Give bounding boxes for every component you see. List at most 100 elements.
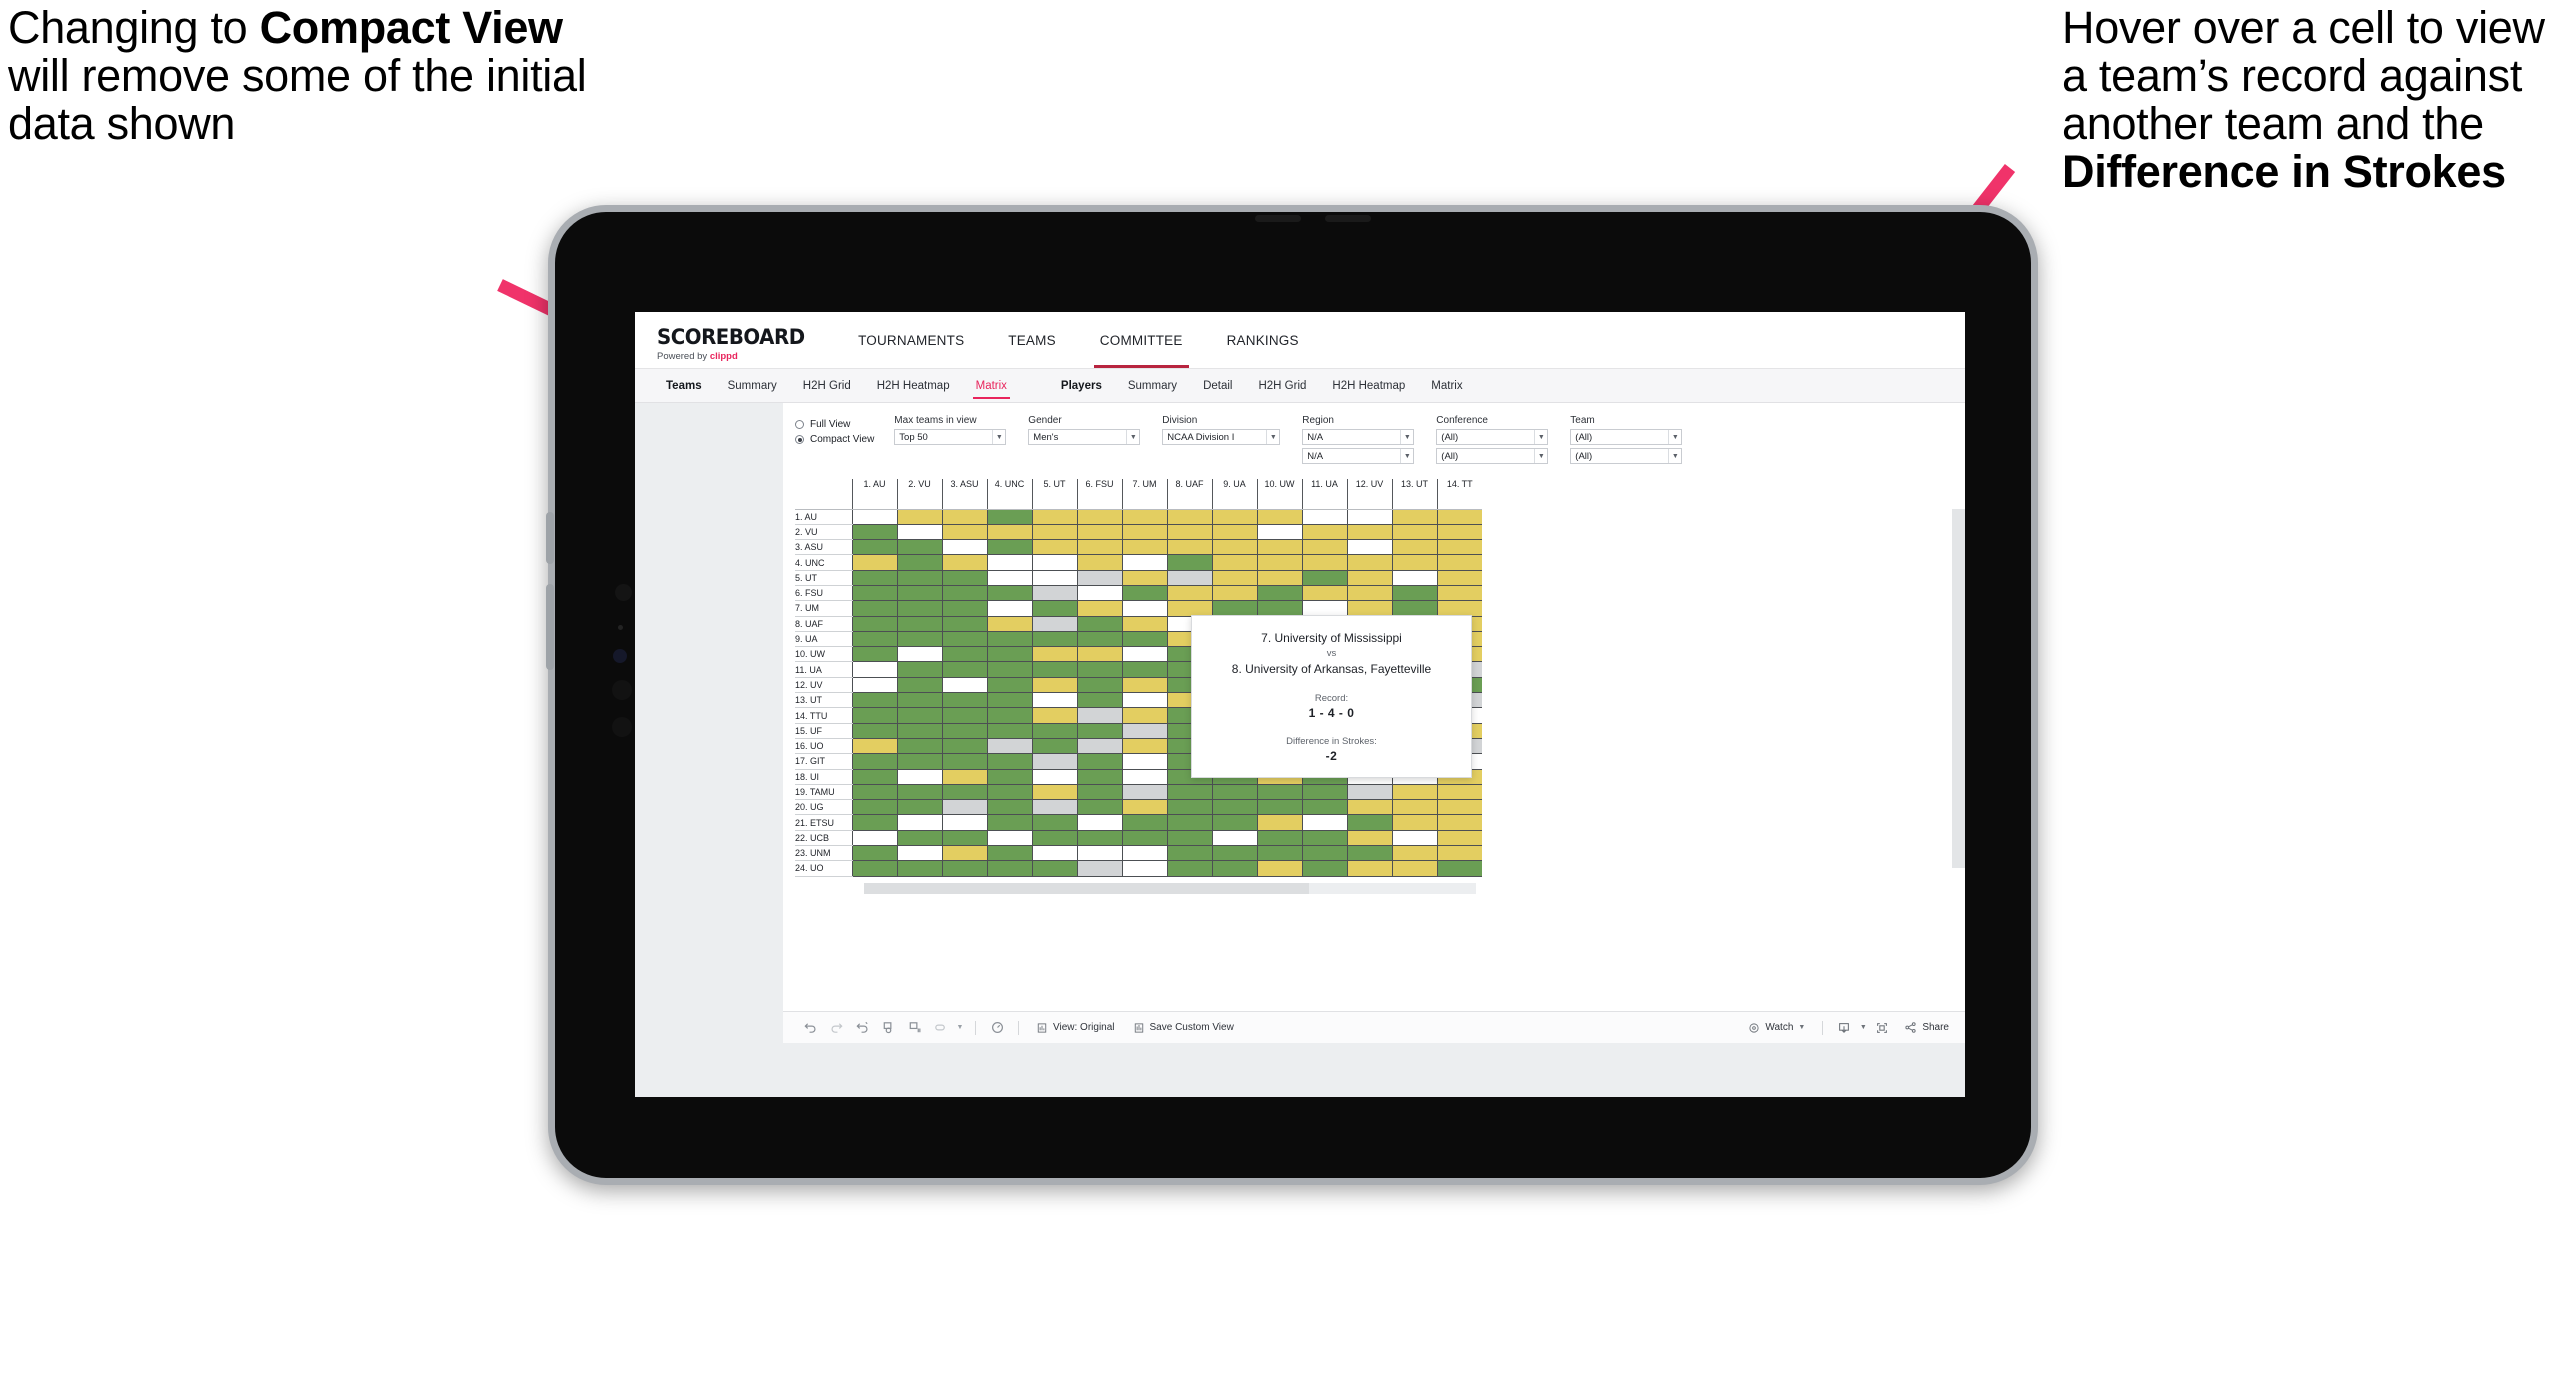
- matrix-cell[interactable]: [1076, 600, 1122, 617]
- matrix-cell[interactable]: [1346, 799, 1392, 816]
- matrix-cell[interactable]: [1031, 692, 1077, 709]
- matrix-cell[interactable]: [1256, 600, 1302, 617]
- matrix-cell[interactable]: [1256, 814, 1302, 831]
- matrix-cell[interactable]: [1076, 784, 1122, 801]
- highlight-dropdown-icon[interactable]: ▼: [953, 1017, 967, 1039]
- matrix-cell[interactable]: [1301, 799, 1347, 816]
- matrix-row-header[interactable]: 18. UI: [795, 769, 852, 785]
- matrix-cell[interactable]: [1301, 860, 1347, 877]
- matrix-cell[interactable]: [1121, 524, 1167, 541]
- matrix-cell[interactable]: [1301, 845, 1347, 862]
- matrix-cell[interactable]: [1256, 845, 1302, 862]
- matrix-cell[interactable]: [1121, 814, 1167, 831]
- matrix-cell[interactable]: [851, 707, 897, 724]
- matrix-cell[interactable]: [1076, 845, 1122, 862]
- matrix-column-header[interactable]: 14. TT: [1436, 479, 1482, 510]
- matrix-cell[interactable]: [1121, 509, 1167, 525]
- matrix-cell[interactable]: [986, 524, 1032, 541]
- matrix-cell[interactable]: [851, 814, 897, 831]
- matrix-cell[interactable]: [1391, 784, 1437, 801]
- matrix-column-header[interactable]: 3. ASU: [941, 479, 987, 510]
- app-logo[interactable]: SCOREBOARD Powered by clippd: [635, 312, 836, 368]
- matrix-cell[interactable]: [1211, 570, 1257, 586]
- matrix-cell[interactable]: [1166, 814, 1212, 831]
- matrix-row-header[interactable]: 16. UO: [795, 738, 852, 755]
- matrix-cell[interactable]: [941, 646, 987, 663]
- matrix-cell[interactable]: [941, 524, 987, 541]
- radio-compact-view[interactable]: Compact View: [795, 434, 874, 445]
- matrix-cell[interactable]: [941, 585, 987, 602]
- matrix-row-header[interactable]: 1. AU: [795, 509, 852, 525]
- matrix-row-header[interactable]: 11. UA: [795, 661, 852, 678]
- matrix-cell[interactable]: [1166, 830, 1212, 847]
- matrix-cell[interactable]: [1031, 600, 1077, 617]
- matrix-cell[interactable]: [1076, 723, 1122, 739]
- matrix-cell[interactable]: [1391, 799, 1437, 816]
- matrix-cell[interactable]: [1121, 554, 1167, 571]
- matrix-cell[interactable]: [1346, 860, 1392, 877]
- subnav-players-h2h-heatmap[interactable]: H2H Heatmap: [1319, 369, 1418, 402]
- matrix-cell[interactable]: [986, 616, 1032, 632]
- matrix-cell[interactable]: [1211, 524, 1257, 541]
- matrix-cell[interactable]: [1211, 600, 1257, 617]
- matrix-cell[interactable]: [896, 707, 942, 724]
- matrix-cell[interactable]: [1211, 799, 1257, 816]
- matrix-cell[interactable]: [1121, 860, 1167, 877]
- matrix-cell[interactable]: [896, 631, 942, 648]
- matrix-cell[interactable]: [1256, 524, 1302, 541]
- matrix-cell[interactable]: [1076, 677, 1122, 694]
- subnav-teams-summary[interactable]: Summary: [715, 369, 790, 402]
- matrix-cell[interactable]: [1121, 707, 1167, 724]
- watch-button[interactable]: Watch ▼: [1739, 1022, 1814, 1034]
- matrix-row-header[interactable]: 19. TAMU: [795, 784, 852, 801]
- matrix-column-header[interactable]: 6. FSU: [1076, 479, 1122, 510]
- matrix-cell[interactable]: [851, 646, 897, 663]
- matrix-cell[interactable]: [941, 799, 987, 816]
- matrix-cell[interactable]: [986, 692, 1032, 709]
- matrix-cell[interactable]: [851, 738, 897, 755]
- matrix-cell[interactable]: [941, 600, 987, 617]
- matrix-cell[interactable]: [1436, 585, 1482, 602]
- matrix-cell[interactable]: [1391, 524, 1437, 541]
- matrix-cell[interactable]: [1121, 799, 1167, 816]
- filter-division-select[interactable]: NCAA Division I ▼: [1162, 429, 1281, 445]
- matrix-cell[interactable]: [1121, 784, 1167, 801]
- matrix-cell[interactable]: [1211, 830, 1257, 847]
- matrix-cell[interactable]: [1031, 524, 1077, 541]
- matrix-cell[interactable]: [941, 784, 987, 801]
- matrix-cell[interactable]: [1031, 509, 1077, 525]
- matrix-row-header[interactable]: 7. UM: [795, 600, 852, 617]
- subnav-teams-h2h-grid[interactable]: H2H Grid: [790, 369, 864, 402]
- matrix-cell[interactable]: [941, 616, 987, 632]
- matrix-cell[interactable]: [1076, 616, 1122, 632]
- matrix-cell[interactable]: [1391, 585, 1437, 602]
- matrix-cell[interactable]: [1301, 554, 1347, 571]
- matrix-cell[interactable]: [1031, 830, 1077, 847]
- matrix-cell[interactable]: [896, 814, 942, 831]
- matrix-cell[interactable]: [1076, 554, 1122, 571]
- matrix-cell[interactable]: [896, 845, 942, 862]
- matrix-cell[interactable]: [1211, 539, 1257, 556]
- filter-conference-select-2[interactable]: (All) ▼: [1436, 448, 1549, 464]
- matrix-column-header[interactable]: 7. UM: [1121, 479, 1167, 510]
- matrix-cell[interactable]: [986, 509, 1032, 525]
- matrix-cell[interactable]: [896, 570, 942, 586]
- matrix-cell[interactable]: [851, 616, 897, 632]
- matrix-column-header[interactable]: 4. UNC: [986, 479, 1032, 510]
- matrix-cell[interactable]: [1031, 707, 1077, 724]
- matrix-cell[interactable]: [896, 585, 942, 602]
- matrix-cell[interactable]: [1301, 600, 1347, 617]
- matrix-row-header[interactable]: 15. UF: [795, 723, 852, 739]
- matrix-column-header[interactable]: 8. UAF: [1166, 479, 1212, 510]
- matrix-cell[interactable]: [941, 738, 987, 755]
- matrix-cell[interactable]: [851, 677, 897, 694]
- matrix-cell[interactable]: [1031, 677, 1077, 694]
- matrix-cell[interactable]: [851, 784, 897, 801]
- matrix-cell[interactable]: [1346, 509, 1392, 525]
- matrix-cell[interactable]: [1301, 509, 1347, 525]
- matrix-row-header[interactable]: 23. UNM: [795, 845, 852, 862]
- matrix-cell[interactable]: [1121, 600, 1167, 617]
- matrix-cell[interactable]: [986, 845, 1032, 862]
- matrix-cell[interactable]: [1256, 585, 1302, 602]
- matrix-cell[interactable]: [1436, 814, 1482, 831]
